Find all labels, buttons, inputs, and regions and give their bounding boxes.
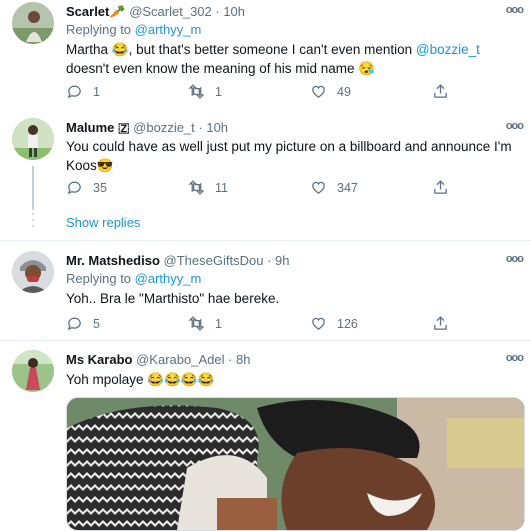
tweet-text-part: doesn't even know the meaning of his mid… <box>66 61 376 76</box>
replying-to-label: Replying to <box>66 22 135 37</box>
retweet-icon <box>188 180 205 195</box>
retweet-button[interactable]: 1 <box>188 83 222 100</box>
display-name[interactable]: Malume 🇿 <box>66 120 130 135</box>
avatar[interactable] <box>12 2 54 44</box>
reply-button[interactable]: 1 <box>66 83 100 100</box>
like-count: 126 <box>337 316 358 331</box>
tweet-actions: 35 11 347 <box>66 179 466 199</box>
reply-count: 1 <box>93 84 100 99</box>
tweet-media-photo[interactable] <box>66 397 525 531</box>
heart-icon <box>312 317 325 330</box>
tweet-scarlet[interactable]: Scarlet🥕 @Scarlet_302 · 10h ooo Replying… <box>0 0 531 110</box>
timestamp[interactable]: · 10h <box>215 4 245 19</box>
like-button[interactable]: 49 <box>310 83 351 100</box>
more-options-icon[interactable]: ooo <box>506 253 524 265</box>
tweet-matshediso[interactable]: Mr. Matshediso @TheseGiftsDou · 9h ooo R… <box>0 241 531 340</box>
retweet-button[interactable]: 11 <box>188 179 228 196</box>
tweet-text: Yoh mpolaye 😂😂😂😂 <box>66 372 215 387</box>
share-icon <box>434 316 447 330</box>
photo-image <box>67 398 524 530</box>
reply-icon <box>67 85 81 99</box>
display-name[interactable]: Ms Karabo <box>66 352 132 367</box>
tweet-text-part: Martha 😂, but that's better someone I ca… <box>66 42 416 57</box>
timestamp[interactable]: · 8h <box>228 352 250 367</box>
avatar[interactable] <box>12 118 54 160</box>
show-replies-link[interactable]: Show replies <box>66 215 140 230</box>
replying-to: Replying to @arthyy_m <box>66 271 201 286</box>
replying-to: Replying to @arthyy_m <box>66 22 201 37</box>
avatar[interactable] <box>12 251 54 293</box>
user-handle[interactable]: @Karabo_Adel <box>136 352 224 367</box>
reply-count: 35 <box>93 180 107 195</box>
retweet-count: 1 <box>215 316 222 331</box>
share-icon <box>434 180 447 194</box>
replying-to-label: Replying to <box>66 271 135 286</box>
like-button[interactable]: 126 <box>310 315 358 332</box>
more-options-icon[interactable]: ooo <box>506 4 524 16</box>
replying-to-link[interactable]: @arthyy_m <box>135 22 202 37</box>
retweet-icon <box>188 84 205 99</box>
tweet-actions: 1 1 49 <box>66 83 466 103</box>
reply-button[interactable]: 5 <box>66 315 100 332</box>
retweet-button[interactable]: 1 <box>188 315 222 332</box>
display-name[interactable]: Scarlet🥕 <box>66 4 126 19</box>
heart-icon <box>312 181 325 194</box>
user-handle[interactable]: @bozzie_t <box>133 120 195 135</box>
share-button[interactable] <box>432 83 459 100</box>
reply-count: 5 <box>93 316 100 331</box>
retweet-icon <box>188 316 205 331</box>
mention-link[interactable]: @bozzie_t <box>416 42 480 57</box>
display-name[interactable]: Mr. Matshediso <box>66 253 160 268</box>
like-count: 49 <box>337 84 351 99</box>
reply-button[interactable]: 35 <box>66 179 107 196</box>
reply-icon <box>67 317 81 331</box>
tweet-text: You could have as well just put my pictu… <box>66 139 512 173</box>
timestamp[interactable]: · 10h <box>198 120 228 135</box>
heart-icon <box>312 85 325 98</box>
more-options-icon[interactable]: ooo <box>506 120 524 132</box>
user-handle[interactable]: @Scarlet_302 <box>129 4 212 19</box>
share-button[interactable] <box>432 315 459 332</box>
retweet-count: 1 <box>215 84 222 99</box>
tweet-text: Martha 😂, but that's better someone I ca… <box>66 40 521 78</box>
user-handle[interactable]: @TheseGiftsDou <box>164 253 264 268</box>
like-count: 347 <box>337 180 358 195</box>
tweet-text: Yoh.. Bra le "Marthisto" hae bereke. <box>66 291 280 306</box>
tweet-actions: 5 1 126 <box>66 315 466 335</box>
retweet-count: 11 <box>215 180 228 195</box>
avatar[interactable] <box>12 350 54 392</box>
timestamp[interactable]: · 9h <box>267 253 289 268</box>
share-icon <box>434 84 447 98</box>
replying-to-link[interactable]: @arthyy_m <box>135 271 202 286</box>
more-options-icon[interactable]: ooo <box>506 352 524 364</box>
like-button[interactable]: 347 <box>310 179 358 196</box>
share-button[interactable] <box>432 179 459 196</box>
thread-dots <box>31 213 35 231</box>
thread-line <box>32 166 34 210</box>
reply-icon <box>67 181 81 195</box>
